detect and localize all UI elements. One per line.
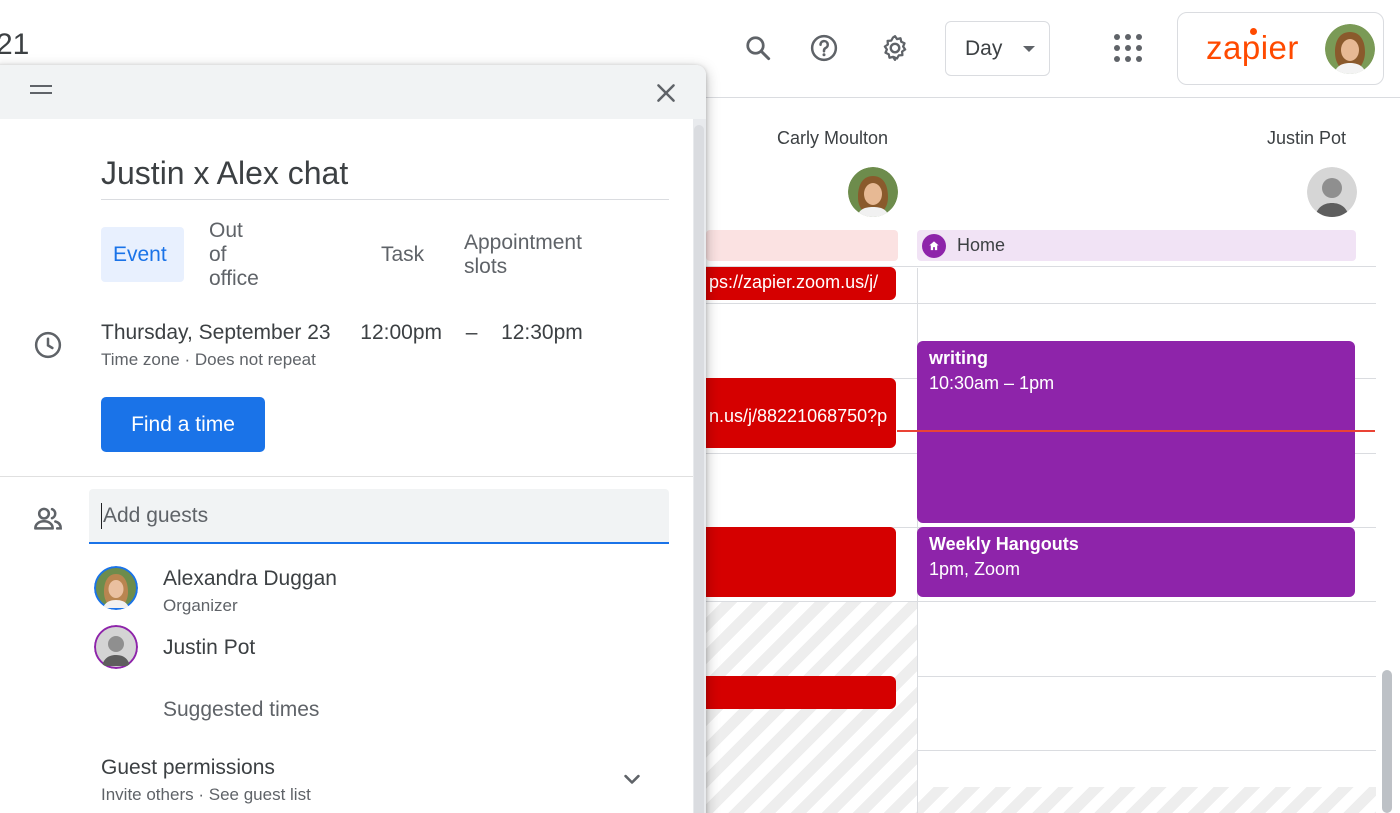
hour-gridline [706,303,1376,304]
guest-permissions-title[interactable]: Guest permissions [101,756,275,780]
find-a-time-button[interactable]: Find a time [101,397,265,452]
justin-avatar[interactable] [1307,167,1357,217]
tab-event[interactable]: Event [101,227,184,282]
apps-icon[interactable] [1108,28,1148,68]
event-writing[interactable]: writing 10:30am – 1pm [917,341,1355,523]
close-icon[interactable] [653,80,679,106]
current-time-indicator [897,430,1375,432]
drag-handle-icon[interactable] [30,85,52,95]
guest-avatar-alexandra [94,566,138,610]
view-select[interactable]: Day [945,21,1050,76]
time-zone-link[interactable]: Time zone [101,350,180,369]
home-event-label: Home [957,235,1006,255]
event-writing-title: writing [929,348,988,368]
date-time-row: Thursday, September 23 12:00pm – 12:30pm [101,321,583,345]
tab-out-of-office[interactable]: Out of office [197,219,271,290]
people-icon [34,507,62,530]
search-icon [746,36,771,61]
account-avatar [1325,24,1375,74]
tab-task[interactable]: Task [369,227,436,282]
event-zoom-link-1[interactable]: ps://zapier.zoom.us/j/ [706,267,896,300]
add-guests-input[interactable]: Add guests [89,489,669,544]
out-of-hours-shading [918,787,1376,813]
time-range-dash: – [465,321,478,344]
event-red-block[interactable] [706,527,896,597]
event-weekly-hangouts[interactable]: Weekly Hangouts 1pm, Zoom [917,527,1355,597]
separator-dot: · [184,350,191,369]
date-title: 21 [0,28,30,61]
event-start-time[interactable]: 12:00pm [360,321,442,344]
all-day-event-carly[interactable] [706,230,898,261]
column-header-justin: Justin Pot [1267,128,1347,148]
time-options-row: Time zone · Does not repeat [101,350,316,370]
permission-see-guest-list: See guest list [208,785,311,804]
help-icon [810,34,838,62]
dialog-divider [0,476,693,477]
view-select-label: Day [965,36,1003,60]
clock-icon [34,331,62,359]
event-zoom-link-2-text: n.us/j/88221068750?p [709,406,888,426]
tab-appointment-slots[interactable]: Appointment slots [452,227,594,282]
chevron-down-icon[interactable] [618,765,646,793]
text-cursor [101,502,102,529]
event-end-time[interactable]: 12:30pm [501,321,583,344]
zapier-logo-dot [1250,28,1257,35]
settings-icon [883,35,907,61]
calendar-scrollbar[interactable] [1382,670,1392,813]
dialog-scrollbar[interactable] [694,125,704,813]
help-button[interactable] [804,28,844,68]
guest-name-alexandra: Alexandra Duggan [163,567,337,590]
permission-invite-others: Invite others [101,785,194,804]
guest-role-organizer: Organizer [163,596,238,615]
dropdown-caret-icon [1023,46,1035,52]
event-writing-time: 10:30am – 1pm [929,373,1055,393]
event-hangouts-time: 1pm, Zoom [929,559,1021,579]
home-icon [922,233,946,258]
column-header-carly: Carly Moulton [777,128,889,148]
guest-permissions-summary: Invite others · See guest list [101,785,311,805]
event-dialog: Justin x Alex chat Event Out of office T… [0,65,706,813]
add-guests-placeholder: Add guests [103,503,209,527]
event-date[interactable]: Thursday, September 23 [101,321,331,344]
event-red-block-small[interactable] [706,676,896,709]
all-day-event-home[interactable]: Home [917,230,1356,261]
guest-name-justin: Justin Pot [163,636,256,659]
separator-dot: · [198,785,205,804]
carly-avatar[interactable] [848,167,898,217]
event-zoom-link-2[interactable]: n.us/j/88221068750?p [706,378,896,448]
account-switcher[interactable]: zapier [1177,12,1384,85]
dialog-header [0,65,706,119]
calendar-app: 21 Day zapier Carly Moulton Justin Pot H… [0,0,1400,813]
repeat-option[interactable]: Does not repeat [195,350,316,369]
event-zoom-link-1-text: ps://zapier.zoom.us/j/ [709,272,879,292]
event-title-input[interactable]: Justin x Alex chat [101,153,669,200]
search-button[interactable] [738,28,778,68]
guest-avatar-justin [94,625,138,669]
settings-button[interactable] [875,28,915,68]
suggested-times-link[interactable]: Suggested times [163,698,319,722]
event-hangouts-title: Weekly Hangouts [929,534,1079,554]
